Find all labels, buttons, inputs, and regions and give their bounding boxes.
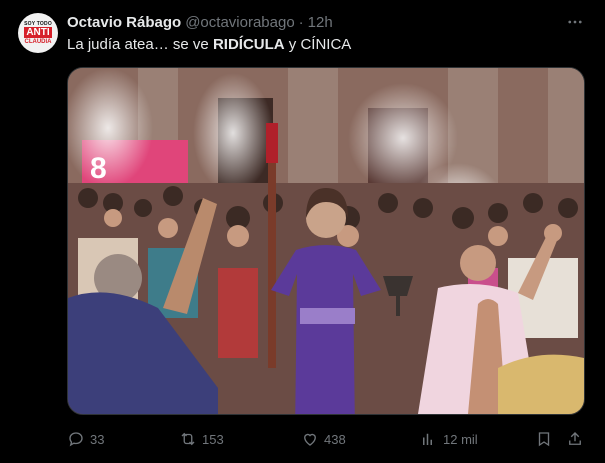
building-column [288, 68, 338, 188]
retweet-button[interactable]: 153 [179, 428, 224, 450]
views-button[interactable]: 12 mil [420, 428, 478, 450]
photo-illustration: 8 [68, 68, 584, 414]
post-text-part2: y CÍNICA [284, 36, 352, 53]
avatar[interactable]: SOY TODO ANTI CLAUDIA [18, 13, 58, 53]
author-name[interactable]: Octavio Rábago [67, 14, 181, 31]
views-count: 12 mil [443, 431, 478, 447]
right-woman-head [460, 245, 496, 281]
bookmark-icon [538, 432, 550, 447]
building-column [548, 68, 584, 188]
post-photo[interactable]: 8 [67, 67, 585, 415]
like-count: 438 [324, 431, 346, 447]
post-text-part1: La judía atea… se ve [67, 36, 213, 53]
post-text: La judía atea… se ve RIDÍCULA y CÍNICA [67, 35, 351, 55]
retweet-icon [181, 432, 195, 446]
separator-dot: · [298, 13, 304, 31]
share-icon [569, 432, 581, 445]
reply-count: 33 [90, 431, 105, 447]
ceremonial-staff [268, 128, 276, 368]
share-button[interactable] [566, 428, 584, 450]
like-button[interactable]: 438 [301, 428, 346, 450]
post-header: Octavio Rábago @octaviorabago · 12h [67, 13, 333, 31]
dress-sash [300, 308, 355, 324]
more-options-icon[interactable] [565, 12, 585, 32]
retweet-count: 153 [202, 431, 224, 447]
views-bar-chart-icon [423, 433, 432, 445]
avatar-text-bottom: CLAUDIA [24, 38, 52, 45]
foreground-embroidery [498, 354, 584, 414]
reply-button[interactable]: 33 [67, 428, 104, 450]
post-timestamp[interactable]: 12h [308, 14, 333, 31]
bookmark-button[interactable] [535, 428, 553, 450]
action-bar: 33 153 438 12 mil [67, 428, 585, 450]
post-text-bold: RIDÍCULA [212, 36, 285, 53]
reply-icon [69, 432, 83, 447]
heart-icon [304, 433, 316, 446]
smoke-cloud [193, 73, 273, 193]
avatar-text-middle: ANTI [24, 26, 52, 38]
staff-top [266, 123, 278, 163]
post-card: SOY TODO ANTI CLAUDIA Octavio Rábago @oc… [0, 0, 605, 463]
author-handle[interactable]: @octaviorabago [185, 14, 294, 31]
